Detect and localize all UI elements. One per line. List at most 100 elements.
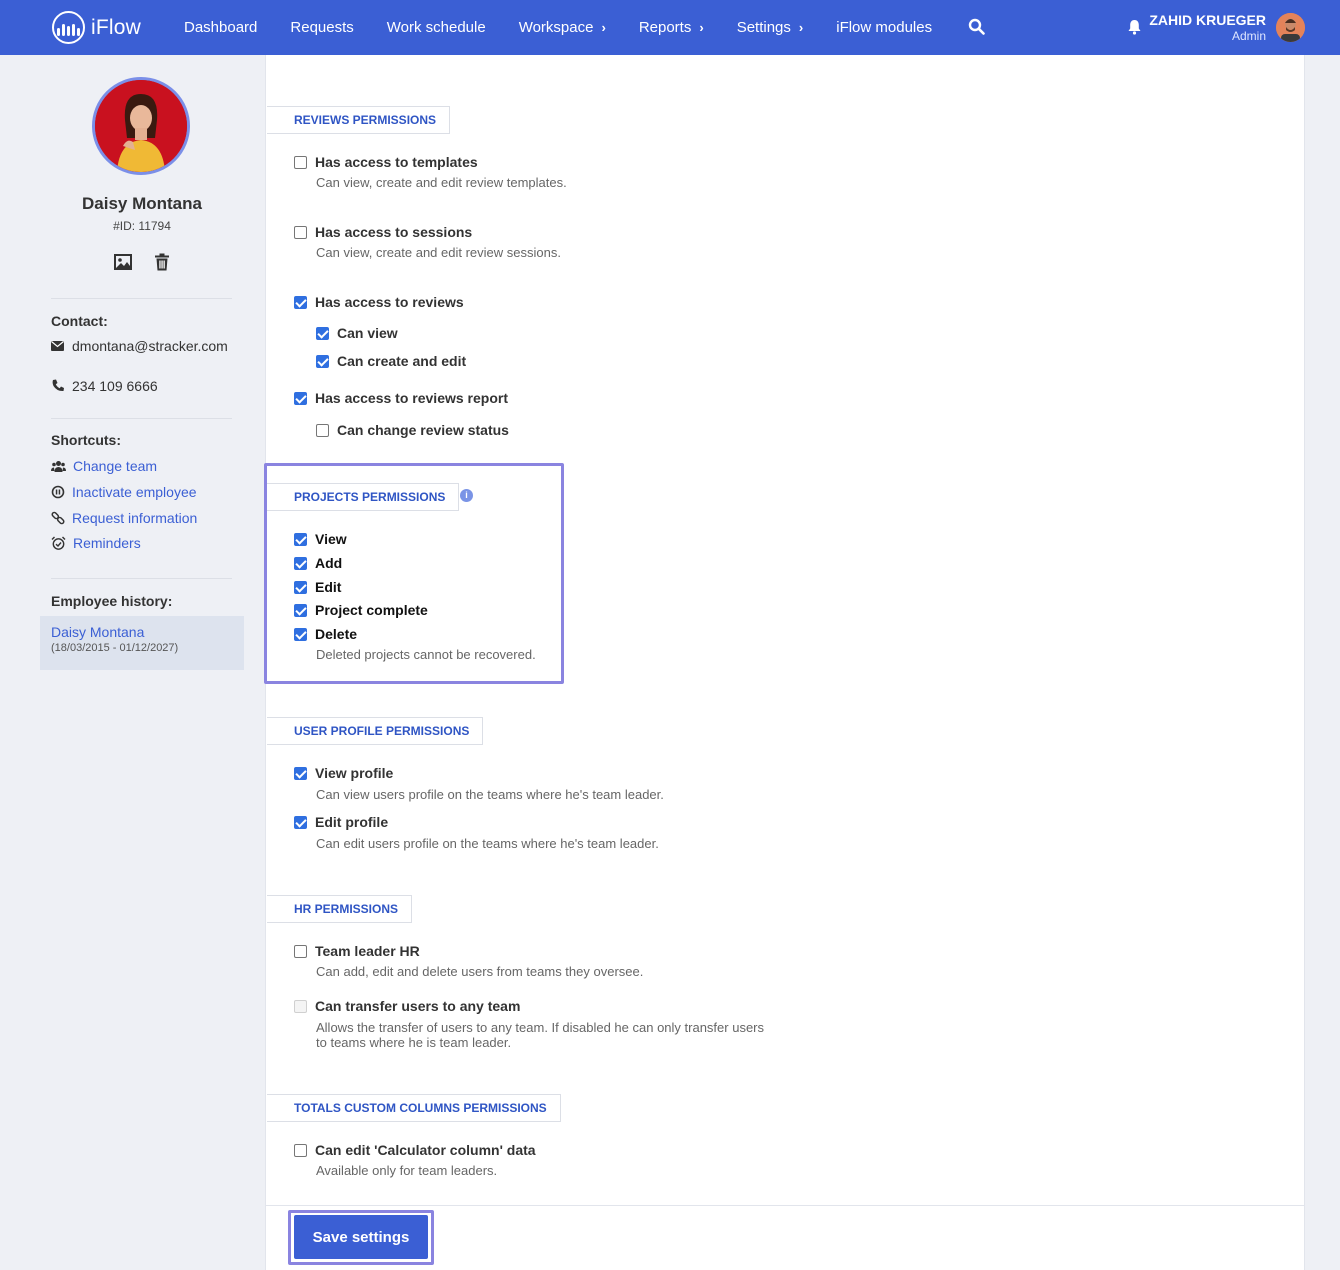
current-user-name[interactable]: ZAHID KRUEGER	[1149, 12, 1266, 28]
checkbox[interactable]	[294, 556, 307, 570]
perm-desc: Can view, create and edit review session…	[316, 245, 561, 260]
checkbox[interactable]	[294, 391, 307, 405]
checkbox[interactable]	[316, 423, 329, 437]
checkbox[interactable]	[316, 354, 329, 368]
envelope-icon	[51, 341, 64, 351]
user-avatar[interactable]	[1276, 13, 1305, 42]
contact-phone[interactable]: 234 109 6666	[51, 376, 231, 396]
perm-title: Can view	[337, 325, 398, 341]
perm-desc: Can view users profile on the teams wher…	[316, 787, 664, 802]
checkbox[interactable]	[294, 1143, 307, 1157]
reviews-permissions-header: REVIEWS PERMISSIONS	[267, 106, 451, 134]
perm-title: Project complete	[315, 602, 428, 618]
checkbox[interactable]	[294, 627, 307, 641]
iflow-logo-icon	[52, 11, 85, 44]
checkbox[interactable]	[294, 815, 307, 829]
perm-reviews-can-view[interactable]: Can view	[316, 325, 398, 341]
perm-change-review-status[interactable]: Can change review status	[316, 422, 509, 438]
checkbox[interactable]	[294, 766, 307, 780]
nav-iflow-modules[interactable]: iFlow modules	[836, 19, 932, 36]
perm-title: Edit profile	[315, 814, 389, 830]
phone-icon	[52, 379, 64, 392]
nav-work-schedule-label: Work schedule	[386, 19, 486, 36]
top-navbar: iFlow Dashboard Requests Work schedule W…	[0, 0, 1340, 55]
chevron-right-icon: ›	[699, 20, 704, 35]
perm-title: Can edit 'Calculator column' data	[315, 1142, 536, 1158]
perm-title: Can change review status	[337, 422, 509, 438]
app-logo[interactable]: iFlow	[52, 11, 141, 44]
footer-divider	[266, 1205, 1304, 1206]
contact-phone-text: 234 109 6666	[72, 378, 158, 394]
image-icon[interactable]	[114, 254, 132, 270]
checkbox[interactable]	[294, 295, 307, 309]
perm-reviews-can-create-edit[interactable]: Can create and edit	[316, 353, 466, 369]
sidebar-divider	[51, 418, 232, 419]
employee-sidebar: Daisy Montana #ID: 11794 Contact: dmonta…	[0, 55, 265, 1270]
contact-label: Contact:	[51, 313, 108, 329]
perm-calculator-column[interactable]: Can edit 'Calculator column' data	[294, 1142, 536, 1158]
projects-permissions-header: PROJECTS PERMISSIONS	[267, 483, 460, 511]
employee-avatar	[92, 77, 190, 175]
perm-title: Has access to reviews	[315, 294, 464, 310]
checkbox[interactable]	[316, 326, 329, 340]
perm-title: Team leader HR	[315, 943, 420, 959]
employee-history-label: Employee history:	[51, 593, 173, 609]
perm-title: Can create and edit	[337, 353, 467, 369]
perm-title: Add	[315, 555, 343, 571]
users-icon	[51, 460, 66, 472]
perm-reviews[interactable]: Has access to reviews	[294, 294, 464, 310]
perm-title: View	[315, 531, 347, 547]
search-icon[interactable]	[968, 18, 985, 35]
sidebar-divider	[51, 298, 232, 299]
perm-reviews-report[interactable]: Has access to reviews report	[294, 390, 508, 406]
perm-project-add[interactable]: Add	[294, 555, 342, 571]
shortcut-request-information[interactable]: Request information	[51, 510, 197, 526]
nav-settings[interactable]: Settings ›	[737, 19, 804, 36]
perm-team-leader-hr[interactable]: Team leader HR	[294, 943, 420, 959]
user-profile-permissions-header: USER PROFILE PERMISSIONS	[267, 717, 484, 745]
nav-work-schedule[interactable]: Work schedule	[387, 19, 486, 36]
info-icon[interactable]: i	[460, 489, 473, 502]
save-settings-button[interactable]: Save settings	[294, 1215, 428, 1259]
perm-project-delete[interactable]: Delete	[294, 626, 357, 642]
perm-transfer-users: Can transfer users to any team	[294, 998, 520, 1014]
perm-project-view[interactable]: View	[294, 531, 347, 547]
perm-desc: Can view, create and edit review templat…	[316, 175, 567, 190]
sidebar-divider	[51, 578, 232, 579]
totals-custom-columns-header: TOTALS CUSTOM COLUMNS PERMISSIONS	[267, 1094, 561, 1122]
perm-title: Delete	[315, 626, 358, 642]
bell-icon[interactable]	[1127, 19, 1142, 35]
perm-desc: Allows the transfer of users to any team…	[316, 1020, 764, 1050]
checkbox[interactable]	[294, 944, 307, 958]
nav-dashboard[interactable]: Dashboard	[184, 19, 257, 36]
nav-reports-label: Reports	[638, 19, 692, 36]
checkbox[interactable]	[294, 532, 307, 546]
perm-templates[interactable]: Has access to templates	[294, 154, 478, 170]
contact-email[interactable]: dmontana@stracker.com	[51, 336, 231, 356]
perm-project-complete[interactable]: Project complete	[294, 602, 428, 618]
nav-workspace[interactable]: Workspace ›	[519, 19, 606, 36]
employee-history-item[interactable]: Daisy Montana (18/03/2015 - 01/12/2027)	[40, 616, 244, 670]
shortcut-change-team[interactable]: Change team	[51, 458, 157, 474]
trash-icon[interactable]	[154, 253, 170, 271]
perm-view-profile[interactable]: View profile	[294, 765, 393, 781]
checkbox[interactable]	[294, 225, 307, 239]
alarm-clock-icon	[51, 536, 66, 550]
checkbox[interactable]	[294, 580, 307, 594]
nav-requests-label: Requests	[290, 19, 354, 36]
perm-desc: Available only for team leaders.	[316, 1163, 498, 1178]
perm-edit-profile[interactable]: Edit profile	[294, 814, 388, 830]
checkbox[interactable]	[294, 603, 307, 617]
link-icon	[51, 511, 65, 525]
nav-dashboard-label: Dashboard	[184, 19, 258, 36]
nav-requests[interactable]: Requests	[290, 19, 353, 36]
nav-reports[interactable]: Reports ›	[639, 19, 704, 36]
perm-sessions[interactable]: Has access to sessions	[294, 224, 472, 240]
shortcut-label: Change team	[73, 458, 158, 474]
shortcut-inactivate-employee[interactable]: Inactivate employee	[51, 484, 197, 500]
checkbox[interactable]	[294, 155, 307, 169]
perm-title: Has access to reviews report	[315, 390, 508, 406]
perm-project-edit[interactable]: Edit	[294, 579, 341, 595]
shortcut-reminders[interactable]: Reminders	[51, 535, 141, 551]
shortcut-label: Inactivate employee	[72, 484, 197, 500]
